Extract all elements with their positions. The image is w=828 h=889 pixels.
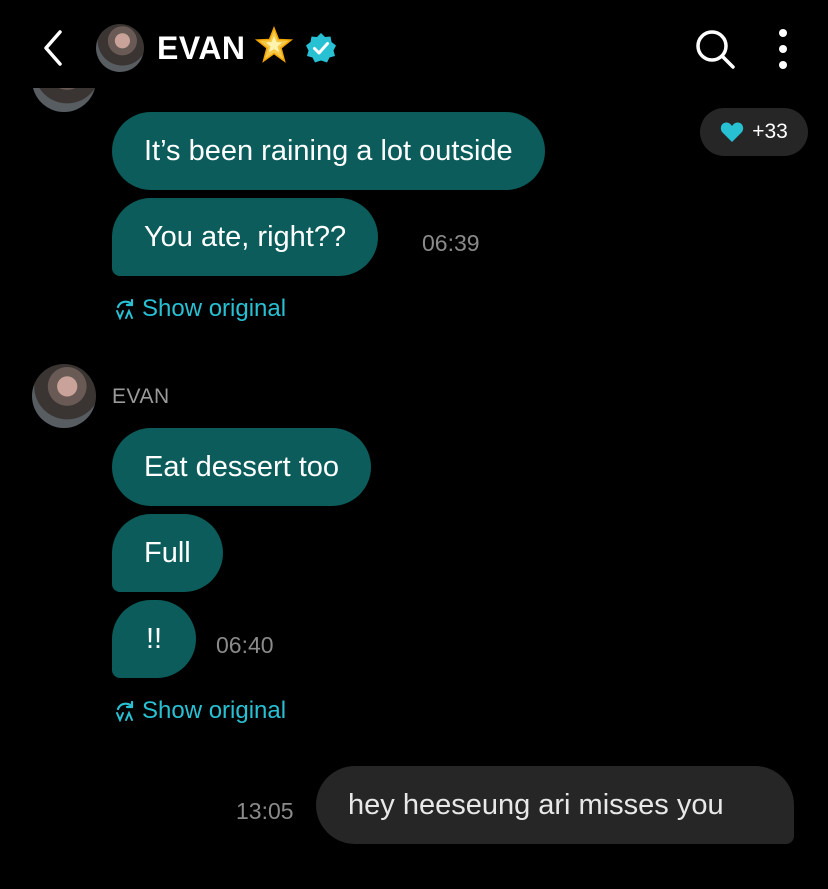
show-original-label: Show original <box>142 295 287 322</box>
translate-icon <box>116 700 134 722</box>
back-icon[interactable] <box>38 28 70 68</box>
verified-icon <box>305 32 337 64</box>
reaction-pill[interactable]: +33 <box>700 108 808 156</box>
show-original-link[interactable]: Show original <box>114 294 286 324</box>
timestamp: 13:05 <box>236 798 294 824</box>
timestamp: 06:40 <box>216 632 274 658</box>
message-bubble[interactable]: You ate, right?? <box>112 198 379 276</box>
message-bubble[interactable]: It’s been raining a lot outside <box>112 112 545 190</box>
timestamp: 06:39 <box>422 230 480 256</box>
header-avatar[interactable] <box>96 24 144 72</box>
show-original-link[interactable]: Show original <box>114 696 286 726</box>
heart-icon <box>721 122 744 142</box>
message-bubble[interactable]: Full <box>112 514 223 592</box>
translate-icon <box>116 298 134 320</box>
outgoing-message-bubble[interactable]: hey heeseung ari misses you <box>316 766 794 844</box>
more-icon[interactable] <box>772 28 794 70</box>
message-bubble[interactable]: Eat dessert too <box>112 428 372 506</box>
message-bubble[interactable]: !! <box>112 600 197 678</box>
sender-name: EVAN <box>112 385 170 408</box>
avatar[interactable] <box>32 364 96 428</box>
show-original-label: Show original <box>142 697 287 724</box>
star-icon <box>254 25 294 65</box>
search-icon[interactable] <box>694 28 736 70</box>
reaction-count: +33 <box>752 120 788 143</box>
chat-title[interactable]: EVAN <box>157 28 246 68</box>
